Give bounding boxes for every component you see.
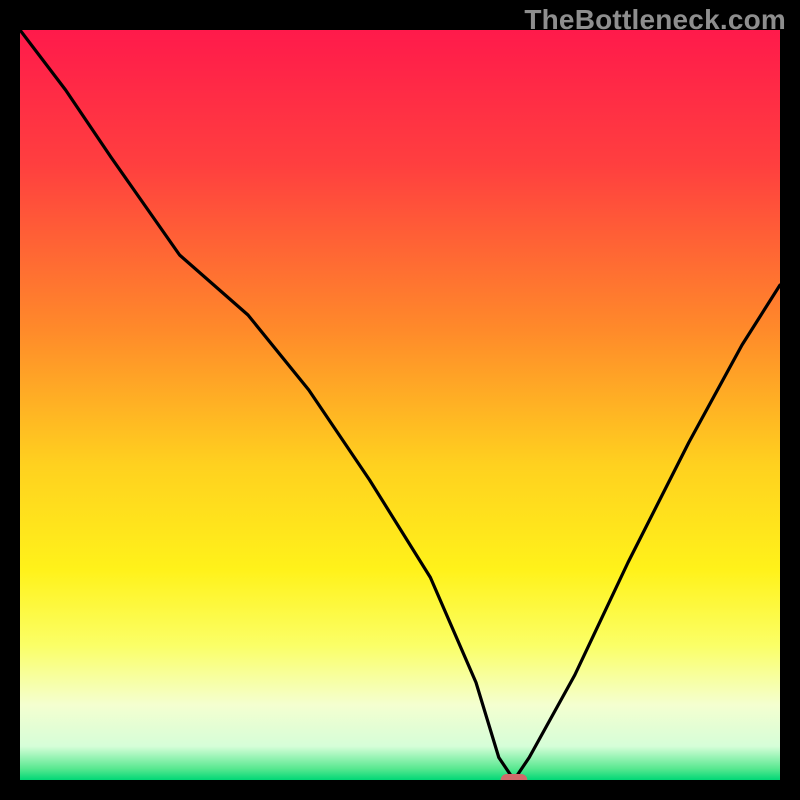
bottleneck-chart	[20, 30, 780, 780]
optimal-marker	[501, 774, 528, 780]
chart-frame: TheBottleneck.com	[0, 0, 800, 800]
gradient-background	[20, 30, 780, 780]
